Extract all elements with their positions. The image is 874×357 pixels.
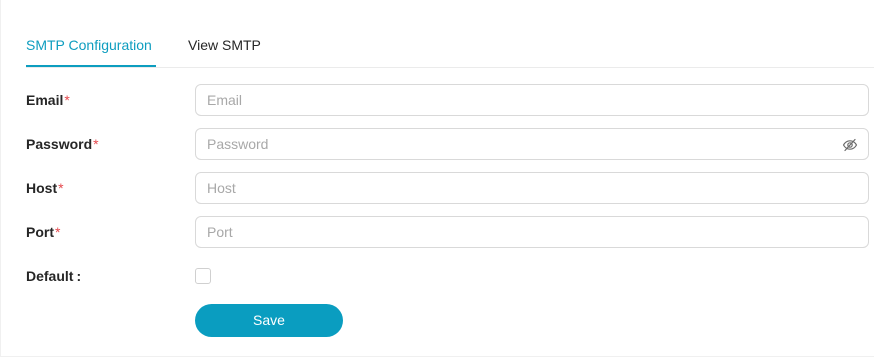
email-label-text: Email xyxy=(26,92,64,108)
host-field-wrapper xyxy=(195,172,869,204)
smtp-settings-panel: SMTP Configuration View SMTP Email* Pass… xyxy=(0,0,874,357)
default-row: Default: xyxy=(26,260,869,292)
required-mark: * xyxy=(58,180,64,196)
required-mark: * xyxy=(55,224,61,240)
save-button[interactable]: Save xyxy=(195,304,343,337)
password-field[interactable] xyxy=(196,129,868,159)
port-field-wrapper xyxy=(195,216,869,248)
port-field[interactable] xyxy=(196,217,868,247)
port-label: Port* xyxy=(26,216,60,248)
host-field[interactable] xyxy=(196,173,868,203)
tab-view-smtp[interactable]: View SMTP xyxy=(188,37,261,54)
host-label-text: Host xyxy=(26,180,58,196)
host-label: Host* xyxy=(26,172,64,204)
email-field-wrapper xyxy=(195,84,869,116)
required-mark: * xyxy=(93,136,99,152)
password-label-text: Password xyxy=(26,136,93,152)
password-field-wrapper xyxy=(195,128,869,160)
password-label: Password* xyxy=(26,128,99,160)
tab-smtp-configuration[interactable]: SMTP Configuration xyxy=(26,37,152,54)
port-label-text: Port xyxy=(26,224,54,240)
host-row: Host* xyxy=(26,172,869,204)
email-label: Email* xyxy=(26,84,70,116)
default-label: Default: xyxy=(26,260,81,292)
default-label-colon: : xyxy=(76,268,82,284)
eye-slash-icon[interactable] xyxy=(842,137,858,153)
email-row: Email* xyxy=(26,84,869,116)
default-label-text: Default xyxy=(26,268,74,284)
tab-bar: SMTP Configuration View SMTP xyxy=(26,0,874,68)
default-checkbox[interactable] xyxy=(195,268,211,284)
port-row: Port* xyxy=(26,216,869,248)
email-field[interactable] xyxy=(196,85,868,115)
required-mark: * xyxy=(64,92,70,108)
password-row: Password* xyxy=(26,128,869,160)
active-tab-indicator xyxy=(26,65,156,67)
